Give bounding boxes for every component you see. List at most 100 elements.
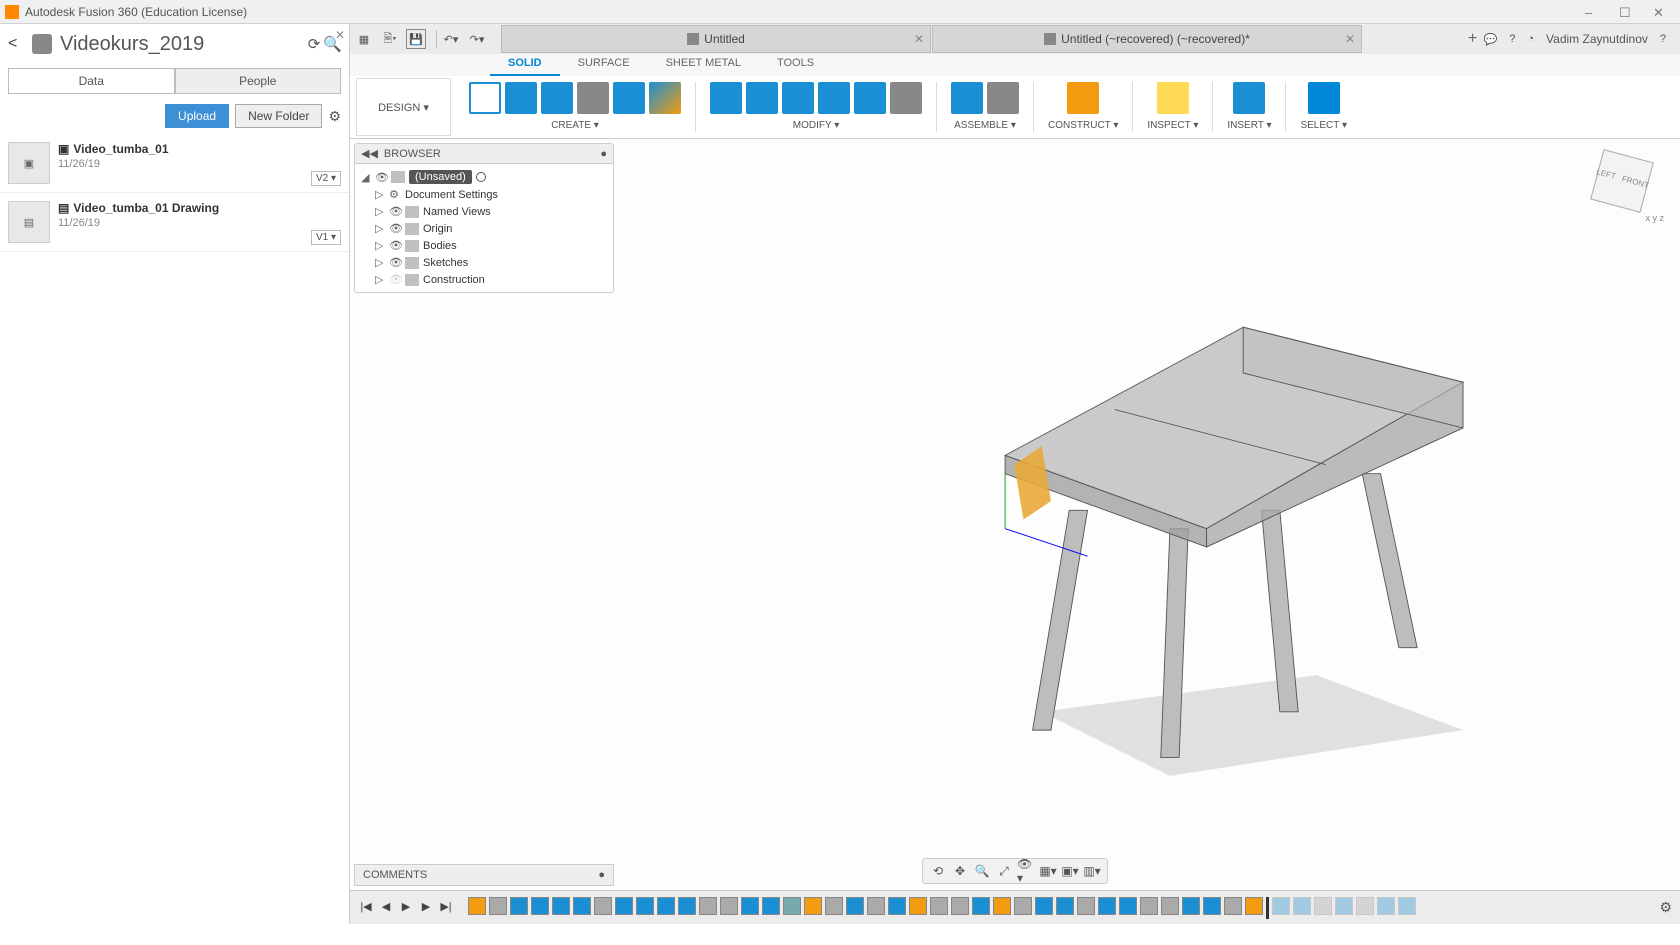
- timeline-feature[interactable]: [741, 897, 759, 915]
- sweep-icon[interactable]: [577, 82, 609, 114]
- comments-pin-icon[interactable]: ●: [598, 869, 605, 881]
- ribbon-label[interactable]: CREATE ▾: [551, 120, 599, 131]
- insert-icon[interactable]: [1233, 82, 1265, 114]
- timeline-feature[interactable]: [1119, 897, 1137, 915]
- measure-icon[interactable]: [1157, 82, 1189, 114]
- viewports-icon[interactable]: ▥▾: [1083, 862, 1101, 880]
- ribbon-label[interactable]: INSERT ▾: [1227, 120, 1271, 131]
- browser-collapse-icon[interactable]: ◀◀: [361, 147, 378, 160]
- tab-people[interactable]: People: [175, 68, 342, 94]
- timeline-feature[interactable]: [678, 897, 696, 915]
- timeline-feature[interactable]: [636, 897, 654, 915]
- back-icon[interactable]: <: [8, 35, 24, 53]
- timeline-feature[interactable]: [1203, 897, 1221, 915]
- maximize-button[interactable]: ☐: [1619, 5, 1633, 19]
- joint-icon[interactable]: [987, 82, 1019, 114]
- chamfer-icon[interactable]: [782, 82, 814, 114]
- timeline-feature[interactable]: [594, 897, 612, 915]
- select-icon[interactable]: [1308, 82, 1340, 114]
- move-icon[interactable]: [890, 82, 922, 114]
- timeline-feature[interactable]: [552, 897, 570, 915]
- timeline-feature[interactable]: [993, 897, 1011, 915]
- minimize-button[interactable]: –: [1585, 5, 1599, 19]
- tab-data[interactable]: Data: [8, 68, 175, 94]
- loft-icon[interactable]: [613, 82, 645, 114]
- timeline-feature[interactable]: [846, 897, 864, 915]
- timeline-feature[interactable]: [867, 897, 885, 915]
- draft-icon[interactable]: [854, 82, 886, 114]
- timeline-feature[interactable]: [1314, 897, 1332, 915]
- timeline-feature[interactable]: [1377, 897, 1395, 915]
- timeline-feature[interactable]: [825, 897, 843, 915]
- help-icon[interactable]: ?: [1509, 33, 1515, 45]
- timeline-feature[interactable]: [1098, 897, 1116, 915]
- doc-tab[interactable]: Untitled (~recovered) (~recovered)* ✕: [932, 25, 1362, 53]
- ribbon-label[interactable]: MODIFY ▾: [793, 120, 840, 131]
- ribbon-tab-solid[interactable]: SOLID: [490, 54, 560, 76]
- timeline-feature[interactable]: [1077, 897, 1095, 915]
- file-menu-icon[interactable]: 🗎▾: [380, 29, 400, 49]
- workspace-dropdown[interactable]: DESIGN ▾: [356, 78, 451, 136]
- timeline-feature[interactable]: [468, 897, 486, 915]
- doc-tab[interactable]: Untitled ✕: [501, 25, 931, 53]
- timeline-feature[interactable]: [1224, 897, 1242, 915]
- timeline-play-button[interactable]: ▶: [398, 900, 414, 916]
- save-icon[interactable]: 💾: [406, 29, 426, 49]
- apps-grid-icon[interactable]: ▦: [354, 29, 374, 49]
- timeline-feature[interactable]: [1161, 897, 1179, 915]
- timeline-feature[interactable]: [930, 897, 948, 915]
- create-primitive-icon[interactable]: [649, 82, 681, 114]
- browser-node[interactable]: ▷👁Bodies: [357, 237, 611, 254]
- timeline-feature[interactable]: [1398, 897, 1416, 915]
- close-button[interactable]: ✕: [1653, 5, 1667, 19]
- new-folder-button[interactable]: New Folder: [235, 104, 322, 128]
- ribbon-tab-sheetmetal[interactable]: SHEET METAL: [648, 54, 759, 76]
- pan-icon[interactable]: ✥: [951, 862, 969, 880]
- tab-close-icon[interactable]: ✕: [914, 32, 924, 46]
- zoom-icon[interactable]: 🔍: [973, 862, 991, 880]
- browser-node[interactable]: ▷⚙Document Settings: [357, 186, 611, 203]
- redo-icon[interactable]: ↷▾: [467, 29, 487, 49]
- timeline-prev-button[interactable]: ◀: [378, 900, 394, 916]
- timeline-feature[interactable]: [1293, 897, 1311, 915]
- timeline-settings-icon[interactable]: ⚙: [1659, 899, 1672, 916]
- display-icon[interactable]: ▦▾: [1039, 862, 1057, 880]
- browser-node[interactable]: ▷👁Named Views: [357, 203, 611, 220]
- timeline-next-button[interactable]: ▶: [418, 900, 434, 916]
- timeline-feature[interactable]: [1356, 897, 1374, 915]
- tab-close-icon[interactable]: ✕: [1345, 32, 1355, 46]
- user-name[interactable]: Vadim Zaynutdinov: [1546, 32, 1648, 46]
- press-pull-icon[interactable]: [710, 82, 742, 114]
- timeline-feature[interactable]: [1245, 897, 1263, 915]
- viewcube-face-front[interactable]: FRONT: [1621, 174, 1650, 190]
- file-item[interactable]: ▣ ▣Video_tumba_01 11/26/19 V2 ▾: [0, 134, 349, 193]
- timeline-feature[interactable]: [762, 897, 780, 915]
- timeline-marker[interactable]: [1266, 897, 1269, 919]
- browser-node[interactable]: ▷👁Construction: [357, 271, 611, 288]
- timeline-feature[interactable]: [804, 897, 822, 915]
- timeline-feature[interactable]: [972, 897, 990, 915]
- browser-node-root[interactable]: ◢👁 (Unsaved): [357, 168, 611, 186]
- upload-button[interactable]: Upload: [165, 104, 229, 128]
- timeline-feature[interactable]: [531, 897, 549, 915]
- job-status-icon[interactable]: ◔: [1527, 33, 1534, 45]
- timeline-feature[interactable]: [615, 897, 633, 915]
- extrude-icon[interactable]: [505, 82, 537, 114]
- look-icon[interactable]: 👁▾: [1017, 862, 1035, 880]
- canvas[interactable]: ◀◀ BROWSER ● ◢👁 (Unsaved) ▷⚙Document Set…: [350, 139, 1680, 890]
- timeline-first-button[interactable]: |◀: [358, 900, 374, 916]
- timeline-feature[interactable]: [909, 897, 927, 915]
- ribbon-tab-surface[interactable]: SURFACE: [560, 54, 648, 76]
- timeline-feature[interactable]: [1056, 897, 1074, 915]
- help2-icon[interactable]: ?: [1660, 33, 1666, 45]
- fillet-icon[interactable]: [746, 82, 778, 114]
- browser-pin-icon[interactable]: ●: [600, 148, 607, 160]
- timeline-feature[interactable]: [720, 897, 738, 915]
- viewcube[interactable]: LEFT FRONT x y z: [1590, 149, 1660, 219]
- fit-icon[interactable]: ⤢: [995, 862, 1013, 880]
- ribbon-tab-tools[interactable]: TOOLS: [759, 54, 832, 76]
- ribbon-label[interactable]: SELECT ▾: [1300, 120, 1347, 131]
- comments-panel[interactable]: COMMENTS ●: [354, 864, 614, 886]
- timeline-feature[interactable]: [1035, 897, 1053, 915]
- timeline-feature[interactable]: [573, 897, 591, 915]
